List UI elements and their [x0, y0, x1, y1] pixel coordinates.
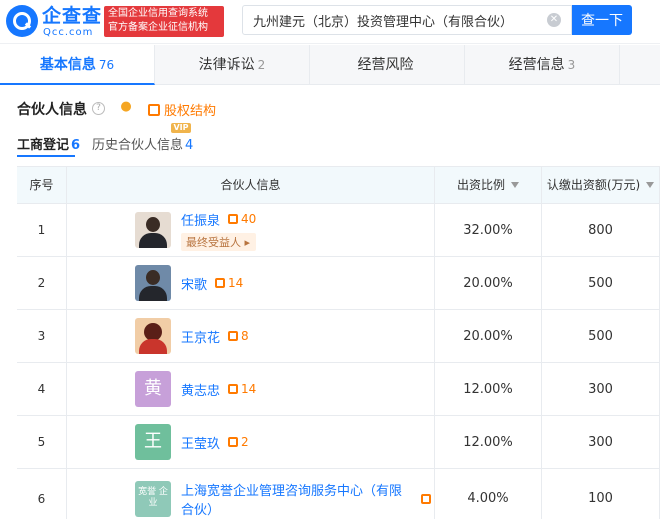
partner-name-link[interactable]: 任振泉: [181, 210, 220, 229]
beneficiary-tag[interactable]: 最终受益人 ▸: [181, 232, 257, 251]
row-no: 5: [17, 416, 67, 468]
ratio-cell: 4.00%: [435, 469, 542, 519]
help-icon[interactable]: ?: [92, 102, 105, 115]
table-row: 2 宋歌 14 20.00% 500: [17, 257, 660, 310]
related-companies-link[interactable]: 40: [228, 212, 256, 226]
link-icon: [228, 214, 239, 224]
tab-operation[interactable]: 经营信息 3: [465, 45, 620, 85]
ratio-cell: 32.00%: [435, 204, 542, 256]
amount-cell: 500: [542, 310, 660, 362]
filter-icon[interactable]: [646, 182, 655, 188]
qcc-logo[interactable]: 企查查 Qcc.com: [6, 5, 102, 39]
avatar[interactable]: 黄: [135, 371, 171, 407]
related-companies-link[interactable]: 14: [228, 382, 256, 396]
tab-basic-info[interactable]: 基本信息 76: [0, 45, 155, 85]
amount-cell: 800: [542, 204, 660, 256]
row-no: 6: [17, 469, 67, 519]
header-ratio[interactable]: 出资比例: [435, 167, 542, 203]
related-companies-link[interactable]: 14: [215, 276, 243, 290]
avatar[interactable]: 王: [135, 424, 171, 460]
top-header: 企查查 Qcc.com 全国企业信用查询系统 官方备案企业征信机构 ✕ 查一下: [0, 0, 660, 44]
official-certification-badge: 全国企业信用查询系统 官方备案企业征信机构: [104, 6, 224, 37]
logo-domain: Qcc.com: [43, 27, 94, 38]
main-tabs: 基本信息 76 法律诉讼 2 经营风险 经营信息 3: [0, 45, 660, 85]
row-no: 2: [17, 257, 67, 309]
avatar[interactable]: 宽誉 企业: [135, 480, 171, 517]
logo-name: 企查查: [42, 5, 103, 27]
filter-icon[interactable]: [511, 182, 519, 188]
partner-name-link[interactable]: 王京花: [181, 327, 220, 346]
header-amount[interactable]: 认缴出资额(万元): [542, 167, 660, 203]
clear-icon[interactable]: ✕: [547, 13, 561, 27]
partner-name-link[interactable]: 宋歌: [181, 274, 207, 293]
avatar[interactable]: [135, 318, 171, 354]
header-partner: 合伙人信息: [67, 167, 435, 203]
equity-structure-link[interactable]: [421, 492, 434, 506]
equity-structure-icon: [148, 104, 160, 116]
ratio-cell: 12.00%: [435, 416, 542, 468]
avatar[interactable]: [135, 265, 171, 301]
table-row: 1 任振泉 40 最终受益人 ▸ 32.00% 800: [17, 204, 660, 257]
ratio-cell: 12.00%: [435, 363, 542, 415]
row-no: 4: [17, 363, 67, 415]
amount-cell: 300: [542, 363, 660, 415]
ratio-cell: 20.00%: [435, 257, 542, 309]
link-icon: [228, 384, 239, 394]
table-row: 6 宽誉 企业 上海宽誉企业管理咨询服务中心（有限合伙） 4.00% 100: [17, 469, 660, 519]
partner-cell: 任振泉 40 最终受益人 ▸: [67, 204, 435, 256]
partner-cell: 宋歌 14: [67, 257, 435, 309]
subtab-business-registration[interactable]: 工商登记 6: [17, 134, 80, 153]
subtab-active-indicator: [17, 155, 75, 157]
avatar[interactable]: [135, 212, 171, 248]
partner-cell: 黄 黄志忠 14: [67, 363, 435, 415]
amount-cell: 300: [542, 416, 660, 468]
table-header: 序号 合伙人信息 出资比例 认缴出资额(万元): [17, 167, 660, 204]
link-icon: [215, 278, 226, 288]
search-input[interactable]: [243, 6, 533, 34]
vip-badge: VIP: [171, 123, 191, 133]
section-title: 合伙人信息: [17, 102, 87, 118]
partner-name-link[interactable]: 上海宽誉企业管理咨询服务中心（有限合伙）: [181, 480, 413, 518]
partner-cell: 王 王莹玖 2: [67, 416, 435, 468]
partner-cell: 王京花 8: [67, 310, 435, 362]
equity-structure-link[interactable]: 股权结构: [148, 100, 216, 119]
table-row: 3 王京花 8 20.00% 500: [17, 310, 660, 363]
amount-cell: 500: [542, 257, 660, 309]
logo-search-icon: [6, 5, 38, 37]
tab-legal[interactable]: 法律诉讼 2: [155, 45, 310, 85]
subtab-history-partners[interactable]: 历史合伙人信息 4: [92, 134, 193, 153]
header-no: 序号: [17, 167, 67, 203]
related-companies-link[interactable]: 2: [228, 435, 249, 449]
link-icon: [228, 331, 239, 341]
related-companies-link[interactable]: 8: [228, 329, 249, 343]
amount-cell: 100: [542, 469, 660, 519]
partner-name-link[interactable]: 黄志忠: [181, 380, 220, 399]
equity-structure-icon: [421, 493, 431, 504]
search-button[interactable]: 查一下: [572, 5, 632, 35]
row-no: 1: [17, 204, 67, 256]
partner-cell: 宽誉 企业 上海宽誉企业管理咨询服务中心（有限合伙）: [67, 469, 435, 519]
row-no: 3: [17, 310, 67, 362]
search-box: ✕: [242, 5, 572, 35]
bell-icon[interactable]: ●: [119, 100, 133, 114]
link-icon: [228, 437, 239, 447]
tab-risk[interactable]: 经营风险: [310, 45, 465, 85]
table-row: 4 黄 黄志忠 14 12.00% 300: [17, 363, 660, 416]
table-row: 5 王 王莹玖 2 12.00% 300: [17, 416, 660, 469]
ratio-cell: 20.00%: [435, 310, 542, 362]
partner-name-link[interactable]: 王莹玖: [181, 433, 220, 452]
partners-table: 序号 合伙人信息 出资比例 认缴出资额(万元) 1 任振泉 40 最终受益人 ▸…: [17, 166, 660, 519]
